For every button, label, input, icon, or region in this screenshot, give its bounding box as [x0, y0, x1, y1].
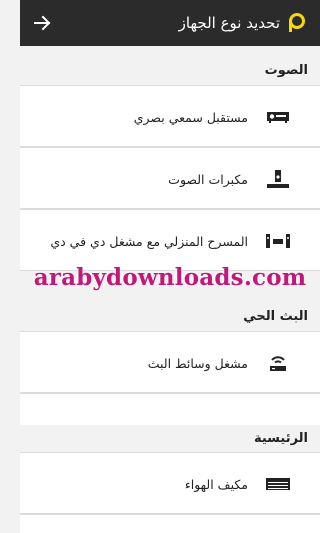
- list-spacer: [20, 514, 320, 533]
- p-logo-icon: [286, 12, 308, 34]
- list-item-home-theater[interactable]: المسرح المنزلي مع مشغل دي في دي: [20, 209, 320, 271]
- av-receiver-icon: [264, 105, 292, 129]
- arrow-left-icon[interactable]: [30, 11, 54, 35]
- list-item-label: مستقبل سمعي بصري: [133, 109, 248, 125]
- app-bar: تحديد نوع الجهاز: [20, 0, 320, 46]
- section-header-home: الرئيسية: [253, 431, 308, 446]
- soundbar-icon: [264, 167, 292, 191]
- list-item-label: المسرح المنزلي مع مشغل دي في دي: [50, 233, 248, 249]
- device-type-list: الصوت مستقبل سمعي بصري مكبرات الصوت المس…: [20, 46, 320, 533]
- title-group: تحديد نوع الجهاز: [179, 0, 308, 46]
- watermark: arabydownloads.com: [33, 264, 307, 291]
- home-theater-icon: [264, 229, 292, 253]
- list-item-av-receiver[interactable]: مستقبل سمعي بصري: [20, 85, 320, 147]
- list-item-speakers[interactable]: مكبرات الصوت: [20, 147, 320, 209]
- list-item-label: مشغل وسائط البث: [147, 355, 248, 371]
- list-item-streaming-player[interactable]: مشغل وسائط البث: [20, 331, 320, 393]
- list-item-air-conditioner[interactable]: مكيف الهواء: [20, 452, 320, 514]
- list-item-label: مكيف الهواء: [184, 476, 248, 492]
- air-conditioner-icon: [264, 472, 292, 496]
- streaming-player-icon: [264, 351, 292, 375]
- section-header-streaming: البث الحي: [243, 309, 308, 324]
- section-header-audio: الصوت: [264, 63, 308, 78]
- list-item-label: مكبرات الصوت: [168, 171, 248, 187]
- list-spacer: [20, 393, 320, 425]
- page-title: تحديد نوع الجهاز: [178, 14, 280, 32]
